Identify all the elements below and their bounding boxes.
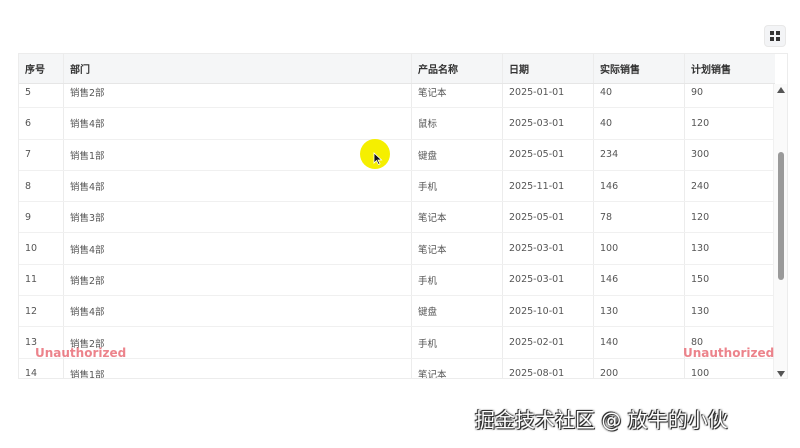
cell-actual-sales: 78 xyxy=(594,202,685,233)
cell-date: 2025-03-01 xyxy=(503,264,594,296)
column-header-actual-sales[interactable]: 实际销售 xyxy=(594,54,685,83)
scroll-down-icon[interactable] xyxy=(777,371,785,377)
cell-department: 销售4部 xyxy=(64,296,412,327)
cell-department: 销售2部 xyxy=(64,84,412,108)
cell-date: 2025-10-01 xyxy=(503,296,594,327)
table-body[interactable]: 5 销售2部 笔记本 2025-01-01 40 90 6 销售4部 鼠标 2025-03-01 4… xyxy=(19,84,775,379)
watermark-left: Unauthorized xyxy=(35,346,127,360)
table-row[interactable]: 7 销售1部 键盘 2025-05-01 234 300 xyxy=(19,139,775,171)
sales-table: 序号 部门 产品名称 日期 实际销售 计划销售 5 销售2部 笔记本 2025-01-… xyxy=(18,53,788,379)
column-header-product[interactable]: 产品名称 xyxy=(412,54,503,83)
cell-department: 销售1部 xyxy=(64,358,412,378)
cell-date: 2025-03-01 xyxy=(503,233,594,264)
cell-index: 7 xyxy=(19,139,64,170)
cell-product: 笔记本 xyxy=(412,358,503,378)
cell-department: 销售2部 xyxy=(64,264,412,296)
cell-index: 5 xyxy=(19,84,64,108)
grid-layout-icon xyxy=(770,31,780,41)
cell-planned-sales: 240 xyxy=(691,180,710,192)
cell-planned-sales: 100 xyxy=(691,368,710,379)
cell-product: 笔记本 xyxy=(412,233,503,264)
cell-planned-sales: 150 xyxy=(691,274,710,286)
cell-index: 12 xyxy=(19,296,64,327)
cell-actual-sales: 130 xyxy=(594,296,685,327)
scroll-up-icon[interactable] xyxy=(777,87,785,93)
cell-planned-sales: 90 xyxy=(691,86,704,98)
cell-index: 9 xyxy=(19,202,64,233)
cell-date: 2025-11-01 xyxy=(503,170,594,202)
cell-index: 14 xyxy=(19,358,64,378)
table-row[interactable]: 13 销售2部 手机 2025-02-01 140 80 xyxy=(19,327,775,359)
column-header-planned-sales[interactable]: 计划销售 xyxy=(685,54,775,83)
column-header-date[interactable]: 日期 xyxy=(503,54,594,83)
cell-actual-sales: 200 xyxy=(594,358,685,378)
cell-actual-sales: 40 xyxy=(594,84,685,108)
cell-product: 手机 xyxy=(412,170,503,202)
cell-planned-sales: 130 xyxy=(691,305,710,317)
cell-date: 2025-05-01 xyxy=(503,139,594,170)
cell-product: 笔记本 xyxy=(412,202,503,233)
table-row[interactable]: 12 销售4部 键盘 2025-10-01 130 130 xyxy=(19,296,775,328)
cell-planned-sales: 120 xyxy=(691,117,710,129)
cell-department: 销售4部 xyxy=(64,170,412,202)
cell-product: 键盘 xyxy=(412,139,503,170)
cell-planned-sales: 300 xyxy=(691,149,710,161)
cell-actual-sales: 140 xyxy=(594,327,685,358)
table-row[interactable]: 14 销售1部 笔记本 2025-08-01 200 100 xyxy=(19,358,775,379)
table-row[interactable]: 5 销售2部 笔记本 2025-01-01 40 90 xyxy=(19,84,775,109)
cell-product: 笔记本 xyxy=(412,84,503,108)
footer-credit: 掘金技术社区 @ 放牛的小伙 xyxy=(475,408,728,432)
cell-actual-sales: 146 xyxy=(594,170,685,202)
cell-product: 手机 xyxy=(412,327,503,358)
scrollbar-thumb[interactable] xyxy=(778,152,784,280)
cell-index: 8 xyxy=(19,170,64,202)
table-row[interactable]: 8 销售4部 手机 2025-11-01 146 240 xyxy=(19,170,775,203)
cell-product: 键盘 xyxy=(412,296,503,327)
cell-actual-sales: 234 xyxy=(594,139,685,170)
cell-planned-sales: 120 xyxy=(691,211,710,223)
table-row[interactable]: 10 销售4部 笔记本 2025-03-01 100 130 xyxy=(19,233,775,265)
layout-toggle-button[interactable] xyxy=(764,25,786,47)
table-row[interactable]: 11 销售2部 手机 2025-03-01 146 150 xyxy=(19,264,775,297)
cell-index: 11 xyxy=(19,264,64,296)
cell-department: 销售4部 xyxy=(64,233,412,264)
table-row[interactable]: 9 销售3部 笔记本 2025-05-01 78 120 xyxy=(19,202,775,234)
cell-department: 销售3部 xyxy=(64,202,412,233)
cell-date: 2025-05-01 xyxy=(503,202,594,233)
table-row[interactable]: 6 销售4部 鼠标 2025-03-01 40 120 xyxy=(19,108,775,140)
mouse-cursor-icon xyxy=(373,152,383,166)
column-header-index[interactable]: 序号 xyxy=(19,54,64,83)
watermark-right: Unauthorized xyxy=(683,346,775,360)
cell-department: 销售4部 xyxy=(64,108,412,139)
cell-product: 鼠标 xyxy=(412,108,503,139)
cell-actual-sales: 40 xyxy=(594,108,685,139)
cell-date: 2025-08-01 xyxy=(503,358,594,378)
cell-date: 2025-01-01 xyxy=(503,84,594,108)
cell-index: 10 xyxy=(19,233,64,264)
cell-product: 手机 xyxy=(412,264,503,296)
cell-index: 6 xyxy=(19,108,64,139)
table-header: 序号 部门 产品名称 日期 实际销售 计划销售 xyxy=(19,54,775,84)
vertical-scrollbar[interactable] xyxy=(773,84,787,378)
column-header-department[interactable]: 部门 xyxy=(64,54,412,83)
cell-actual-sales: 146 xyxy=(594,264,685,296)
cell-planned-sales: 130 xyxy=(691,243,710,255)
cell-date: 2025-02-01 xyxy=(503,327,594,358)
cell-date: 2025-03-01 xyxy=(503,108,594,139)
cell-actual-sales: 100 xyxy=(594,233,685,264)
